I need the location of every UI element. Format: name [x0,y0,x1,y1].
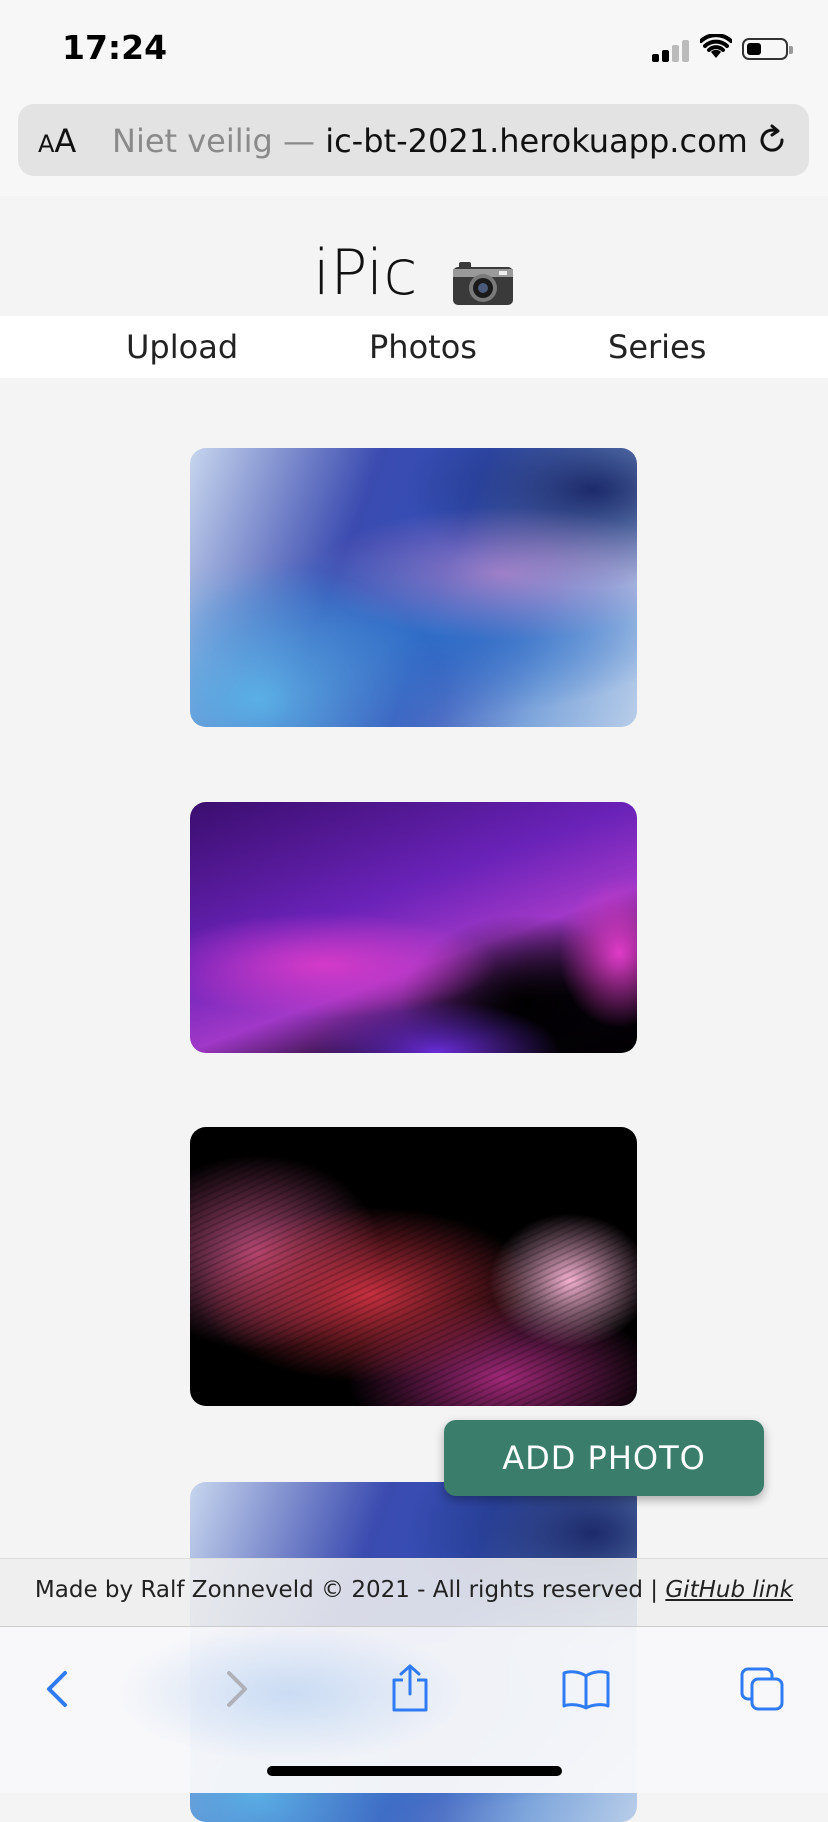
status-bar: 17:24 [0,0,828,100]
photo-card[interactable] [190,802,637,1053]
site-title: iPic [0,236,828,309]
bookmarks-icon[interactable] [556,1659,616,1719]
site-nav: Upload Photos Series [0,316,828,378]
url-security-label: Niet veilig — [112,122,326,160]
tabs-icon[interactable] [732,1659,792,1719]
status-time: 17:24 [62,28,168,67]
site-title-text: iPic [312,236,418,309]
back-icon[interactable] [28,1659,88,1719]
nav-upload[interactable]: Upload [126,328,238,366]
share-icon[interactable] [380,1659,440,1719]
url-field[interactable]: Niet veilig — ic-bt-2021.herokuapp.com [112,122,752,160]
cellular-signal-icon [652,38,692,62]
photo-card[interactable] [190,1127,637,1406]
footer-copyright: Made by Ralf Zonneveld © 2021 - All righ… [34,1577,666,1603]
add-photo-button[interactable]: ADD PHOTO [444,1420,764,1496]
text-size-button[interactable]: AA [38,122,76,160]
site-footer: Made by Ralf Zonneveld © 2021 - All righ… [0,1558,828,1627]
nav-photos[interactable]: Photos [369,328,477,366]
footer-text: Made by Ralf Zonneveld © 2021 - All righ… [0,1577,828,1603]
photo-card[interactable] [190,448,637,727]
site-header: iPic [0,196,828,316]
camera-icon [451,249,515,305]
nav-series[interactable]: Series [608,328,706,366]
address-bar[interactable]: AA Niet veilig — ic-bt-2021.herokuapp.co… [18,104,809,176]
browser-address-area: AA Niet veilig — ic-bt-2021.herokuapp.co… [0,100,828,197]
forward-icon[interactable] [206,1659,266,1719]
home-indicator [267,1766,562,1776]
github-link[interactable]: GitHub link [665,1577,793,1603]
wifi-icon [700,34,732,58]
url-host: ic-bt-2021.herokuapp.com [325,122,748,160]
battery-icon [742,38,793,60]
reload-icon[interactable] [754,122,790,158]
